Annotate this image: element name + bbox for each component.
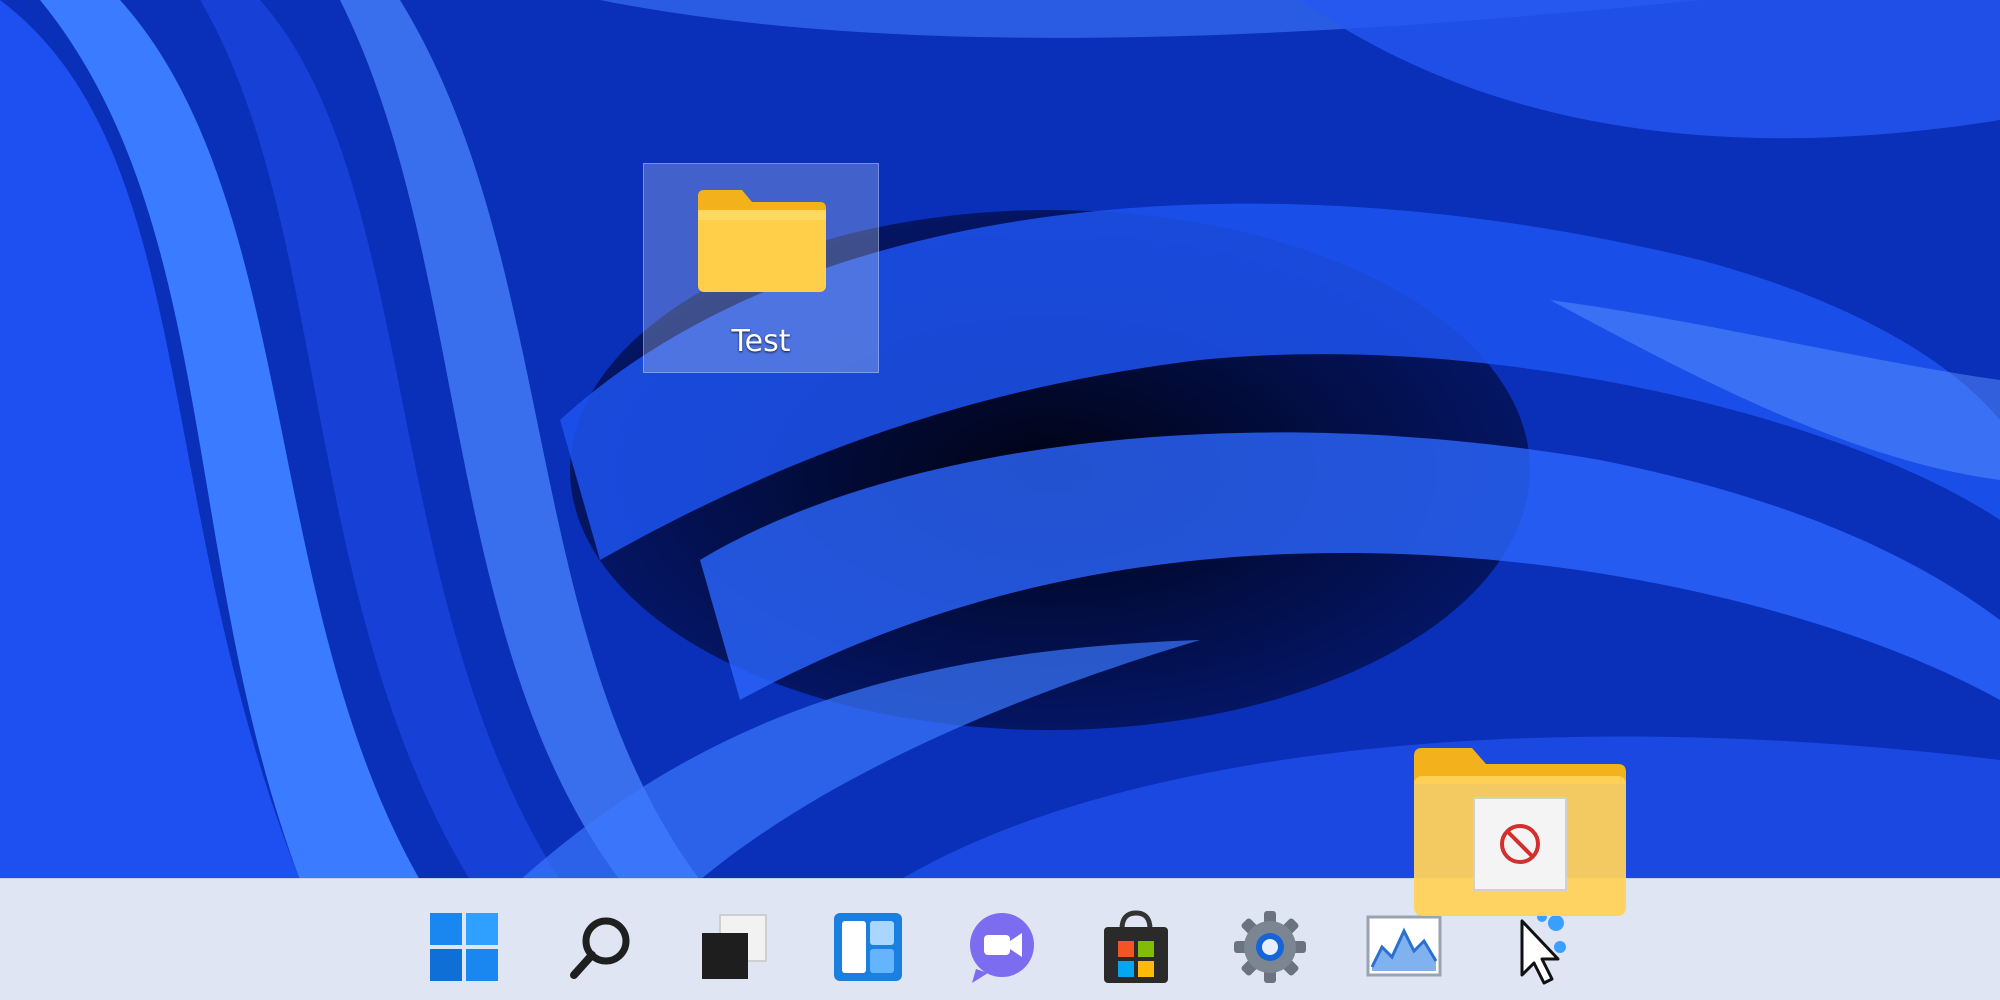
no-drop-icon [1473,797,1567,891]
taskbar [0,878,2000,1000]
widgets-button[interactable] [828,907,908,987]
start-button[interactable] [424,907,504,987]
task-view-icon [702,914,767,979]
search-icon [570,917,630,979]
settings-icon [1234,911,1306,983]
desktop-icon-label: Test [731,324,791,359]
chat-button[interactable] [962,907,1042,987]
search-button[interactable] [560,907,640,987]
folder-icon [698,190,826,292]
windows-start-icon [430,913,498,981]
settings-button[interactable] [1230,907,1310,987]
wallpaper [0,0,2000,880]
widgets-icon [834,913,902,981]
desktop-folder-test[interactable]: Test [643,163,879,373]
drag-ghost-folder [1414,748,1626,916]
store-icon [1104,910,1168,983]
store-button[interactable] [1096,907,1176,987]
task-view-button[interactable] [694,907,774,987]
chat-icon [970,913,1034,983]
desktop-screen: Test [0,0,2000,1000]
